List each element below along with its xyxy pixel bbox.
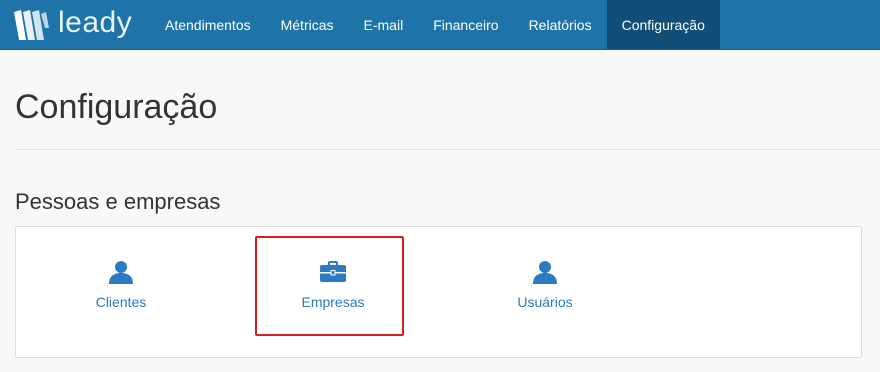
clientes-tile[interactable]: Clientes xyxy=(47,227,195,357)
brand[interactable]: leady xyxy=(0,0,150,49)
main-nav: Atendimentos Métricas E-mail Financeiro … xyxy=(150,0,720,49)
nav-item-email[interactable]: E-mail xyxy=(349,0,419,49)
section-title: Pessoas e empresas xyxy=(15,189,221,214)
nav-item-metricas[interactable]: Métricas xyxy=(266,0,349,49)
clientes-label: Clientes xyxy=(95,294,147,310)
nav-item-relatorios[interactable]: Relatórios xyxy=(514,0,607,49)
page-title: Configuração xyxy=(15,88,218,126)
nav-item-atendimentos[interactable]: Atendimentos xyxy=(150,0,266,49)
user-icon xyxy=(532,259,558,285)
top-navbar: leady Atendimentos Métricas E-mail Finan… xyxy=(0,0,880,50)
briefcase-icon xyxy=(319,259,347,285)
title-divider xyxy=(15,149,880,150)
leady-logo-icon xyxy=(14,9,49,40)
usuarios-tile[interactable]: Usuários xyxy=(471,227,619,357)
nav-item-financeiro[interactable]: Financeiro xyxy=(418,0,513,49)
empresas-label: Empresas xyxy=(301,294,365,310)
empresas-tile[interactable]: Empresas xyxy=(259,227,407,357)
nav-item-configuracao[interactable]: Configuração xyxy=(606,0,720,49)
user-icon xyxy=(108,259,134,285)
settings-panel: Clientes Empresas Usuários xyxy=(15,226,862,358)
brand-name: leady xyxy=(58,5,133,39)
usuarios-label: Usuários xyxy=(517,294,573,310)
